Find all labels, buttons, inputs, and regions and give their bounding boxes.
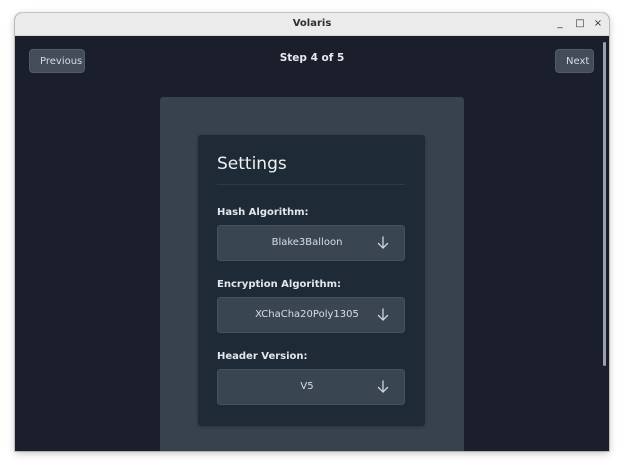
window-title: Volaris xyxy=(292,18,332,29)
divider xyxy=(217,184,405,185)
title-bar: Volaris _ □ × xyxy=(15,13,609,36)
settings-title: Settings xyxy=(217,154,287,174)
close-icon[interactable]: × xyxy=(590,16,606,32)
arrow-down-icon xyxy=(377,236,389,249)
maximize-icon[interactable]: □ xyxy=(572,16,588,32)
arrow-down-icon xyxy=(377,308,389,321)
header-version-value: V5 xyxy=(300,381,314,392)
hash-algorithm-select[interactable]: Blake3Balloon xyxy=(217,225,405,261)
vertical-scrollbar[interactable] xyxy=(603,42,606,366)
encryption-algorithm-select[interactable]: XChaCha20Poly1305 xyxy=(217,297,405,333)
header-version-select[interactable]: V5 xyxy=(217,369,405,405)
encryption-algorithm-value: XChaCha20Poly1305 xyxy=(255,309,359,320)
settings-panel: Settings Hash Algorithm: Blake3Balloon E… xyxy=(160,97,464,451)
next-button[interactable]: Next xyxy=(555,49,594,73)
header-version-label: Header Version: xyxy=(217,351,308,362)
app-window: Volaris _ □ × Previous Step 4 of 5 Next … xyxy=(15,13,609,451)
hash-algorithm-value: Blake3Balloon xyxy=(271,237,343,248)
arrow-down-icon xyxy=(377,380,389,393)
hash-algorithm-label: Hash Algorithm: xyxy=(217,207,309,218)
step-indicator: Step 4 of 5 xyxy=(279,52,345,64)
main-content: Previous Step 4 of 5 Next Settings Hash … xyxy=(15,36,609,451)
encryption-algorithm-label: Encryption Algorithm: xyxy=(217,279,342,290)
minimize-icon[interactable]: _ xyxy=(552,16,568,32)
settings-card: Settings Hash Algorithm: Blake3Balloon E… xyxy=(198,135,425,426)
